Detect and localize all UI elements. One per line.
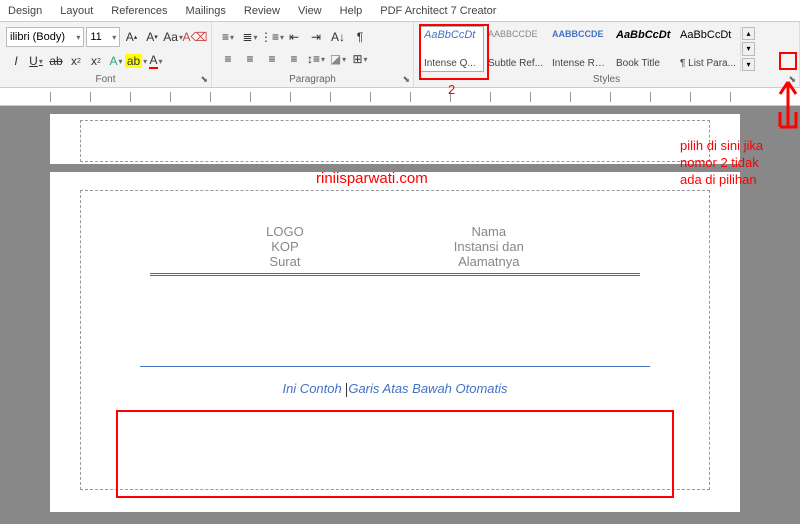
tab-layout[interactable]: Layout	[60, 5, 93, 17]
borders-icon[interactable]: ⊞▾	[350, 49, 370, 69]
underline-icon[interactable]: U▾	[26, 51, 46, 71]
font-group: ilibri (Body)▾ 11▾ A▴ A▾ Aa▾ A⌫ I U▾ ab …	[0, 22, 212, 87]
show-marks-icon[interactable]: ¶	[350, 27, 370, 47]
text-effects-icon[interactable]: A▾	[106, 51, 126, 71]
styles-more-icon[interactable]: ▾	[742, 58, 755, 71]
strike-icon[interactable]: ab	[46, 51, 66, 71]
highlight-icon[interactable]: ab▾	[126, 51, 146, 71]
styles-down-icon[interactable]: ▾	[742, 42, 755, 55]
annot-hint: pilih di sini jika nomor 2 tidak ada di …	[680, 138, 763, 189]
shading-icon[interactable]: ◪▾	[328, 49, 348, 69]
font-group-label: Font	[0, 74, 211, 85]
numbering-icon[interactable]: ≣▾	[240, 27, 260, 47]
styles-gallery: AaBbCcDtIntense Q...AABBCCDESubtle Ref..…	[420, 26, 740, 72]
styles-group-label: Styles	[414, 74, 799, 85]
font-name-combo[interactable]: ilibri (Body)▾	[6, 27, 84, 47]
tab-mailings[interactable]: Mailings	[186, 5, 226, 17]
sort-icon[interactable]: A↓	[328, 27, 348, 47]
line-spacing-icon[interactable]: ↕≡▾	[306, 49, 326, 69]
align-center-icon[interactable]: ≡	[240, 49, 260, 69]
shrink-font-icon[interactable]: A▾	[143, 27, 162, 47]
clear-format-icon[interactable]: A⌫	[185, 27, 205, 47]
ribbon-tabs: Design Layout References Mailings Review…	[0, 0, 800, 22]
style-item-0[interactable]: AaBbCcDtIntense Q...	[420, 26, 484, 72]
font-launcher-icon[interactable]: ⬊	[200, 74, 208, 85]
style-item-1[interactable]: AABBCCDESubtle Ref...	[484, 26, 548, 72]
tab-references[interactable]: References	[111, 5, 167, 17]
ribbon: ilibri (Body)▾ 11▾ A▴ A▾ Aa▾ A⌫ I U▾ ab …	[0, 22, 800, 88]
multilevel-icon[interactable]: ⋮≡▾	[262, 27, 282, 47]
ruler[interactable]	[0, 88, 800, 106]
tab-design[interactable]: Design	[8, 5, 42, 17]
style-item-2[interactable]: AABBCCDEIntense Re...	[548, 26, 612, 72]
align-right-icon[interactable]: ≡	[262, 49, 282, 69]
subscript-icon[interactable]: x2	[66, 51, 86, 71]
annot-label-2: 2	[448, 82, 455, 97]
page-current: LOGO KOP Surat Nama Instansi dan Alamatn…	[50, 172, 740, 512]
align-left-icon[interactable]: ≡	[218, 49, 238, 69]
annot-arrow-icon	[776, 72, 800, 132]
styles-group: AaBbCcDtIntense Q...AABBCCDESubtle Ref..…	[414, 22, 800, 87]
tab-help[interactable]: Help	[340, 5, 363, 17]
italic-icon[interactable]: I	[6, 51, 26, 71]
paragraph-group-label: Paragraph	[212, 74, 413, 85]
decrease-indent-icon[interactable]: ⇤	[284, 27, 304, 47]
font-size-combo[interactable]: 11▾	[86, 27, 120, 47]
paragraph-group: ≡▾ ≣▾ ⋮≡▾ ⇤ ⇥ A↓ ¶ ≡ ≡ ≡ ≡ ↕≡▾ ◪▾ ⊞▾ Par…	[212, 22, 414, 87]
tab-pdf-architect[interactable]: PDF Architect 7 Creator	[380, 5, 496, 17]
bullets-icon[interactable]: ≡▾	[218, 27, 238, 47]
superscript-icon[interactable]: x2	[86, 51, 106, 71]
style-item-3[interactable]: AaBbCcDtBook Title	[612, 26, 676, 72]
change-case-icon[interactable]: Aa▾	[163, 27, 183, 47]
tab-review[interactable]: Review	[244, 5, 280, 17]
style-item-4[interactable]: AaBbCcDt¶ List Para...	[676, 26, 740, 72]
grow-font-icon[interactable]: A▴	[122, 27, 141, 47]
page-prev	[50, 114, 740, 164]
styles-up-icon[interactable]: ▴	[742, 27, 755, 40]
paragraph-launcher-icon[interactable]: ⬊	[402, 74, 410, 85]
tab-view[interactable]: View	[298, 5, 322, 17]
annot-watermark: riniisparwati.com	[316, 170, 428, 187]
increase-indent-icon[interactable]: ⇥	[306, 27, 326, 47]
font-color-icon[interactable]: A▾	[146, 51, 166, 71]
justify-icon[interactable]: ≡	[284, 49, 304, 69]
